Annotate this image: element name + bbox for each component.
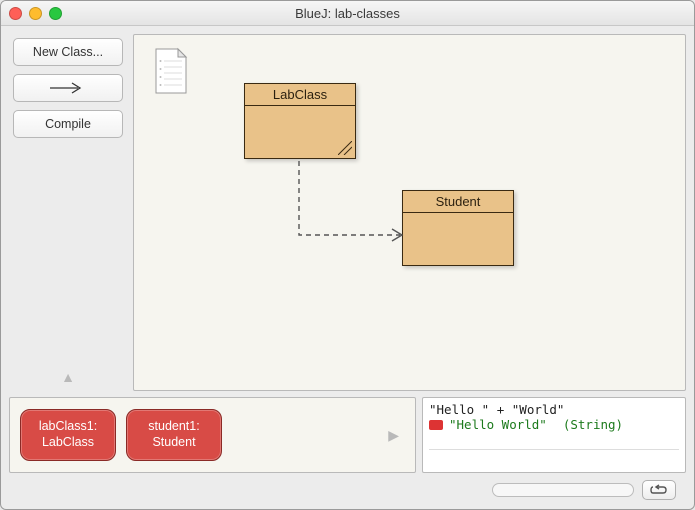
run-button[interactable] bbox=[642, 480, 676, 500]
class-body bbox=[403, 213, 513, 265]
codepad-expression: "Hello " + "World" bbox=[429, 402, 679, 417]
class-diagram-canvas[interactable]: LabClass Student bbox=[133, 34, 686, 391]
lower-area: labClass1: LabClass student1: Student ▶ … bbox=[9, 397, 686, 473]
expand-triangle-icon[interactable]: ▶ bbox=[388, 427, 405, 444]
zoom-icon[interactable] bbox=[49, 7, 62, 20]
window-title: BlueJ: lab-classes bbox=[1, 6, 694, 21]
object-name: labClass1: bbox=[39, 419, 97, 435]
close-icon[interactable] bbox=[9, 7, 22, 20]
codepad-result-line: "Hello World" (String) bbox=[429, 417, 679, 432]
codepad-input[interactable] bbox=[429, 449, 679, 468]
code-pad[interactable]: "Hello " + "World" "Hello World" (String… bbox=[422, 397, 686, 473]
readme-document-icon[interactable] bbox=[152, 47, 190, 95]
collapse-triangle-icon[interactable]: ▲ bbox=[61, 369, 75, 385]
new-class-button[interactable]: New Class... bbox=[13, 38, 123, 66]
status-bar bbox=[9, 479, 686, 501]
loop-arrow-icon bbox=[650, 484, 668, 496]
class-box-student[interactable]: Student bbox=[402, 190, 514, 266]
compile-button[interactable]: Compile bbox=[13, 110, 123, 138]
bluej-window: BlueJ: lab-classes New Class... Compile … bbox=[0, 0, 695, 510]
object-instance-student1[interactable]: student1: Student bbox=[126, 409, 222, 461]
minimize-icon[interactable] bbox=[29, 7, 42, 20]
titlebar[interactable]: BlueJ: lab-classes bbox=[1, 1, 694, 26]
class-name: Student bbox=[403, 191, 513, 213]
window-controls bbox=[9, 7, 62, 20]
class-body bbox=[245, 106, 355, 158]
class-box-labclass[interactable]: LabClass bbox=[244, 83, 356, 159]
codepad-result: "Hello World" bbox=[449, 417, 547, 432]
arrow-icon bbox=[48, 81, 88, 95]
codepad-result-type: (String) bbox=[563, 417, 623, 432]
object-bench[interactable]: labClass1: LabClass student1: Student ▶ bbox=[9, 397, 416, 473]
object-tag-icon[interactable] bbox=[429, 420, 443, 430]
object-instance-labclass1[interactable]: labClass1: LabClass bbox=[20, 409, 116, 461]
object-type: Student bbox=[152, 435, 195, 451]
inheritance-arrow-button[interactable] bbox=[13, 74, 123, 102]
progress-bar bbox=[492, 483, 634, 497]
object-name: student1: bbox=[148, 419, 199, 435]
upper-area: New Class... Compile ▲ bbox=[9, 34, 686, 391]
window-body: New Class... Compile ▲ bbox=[1, 26, 694, 509]
class-name: LabClass bbox=[245, 84, 355, 106]
sidebar: New Class... Compile ▲ bbox=[9, 34, 127, 391]
object-type: LabClass bbox=[42, 435, 94, 451]
